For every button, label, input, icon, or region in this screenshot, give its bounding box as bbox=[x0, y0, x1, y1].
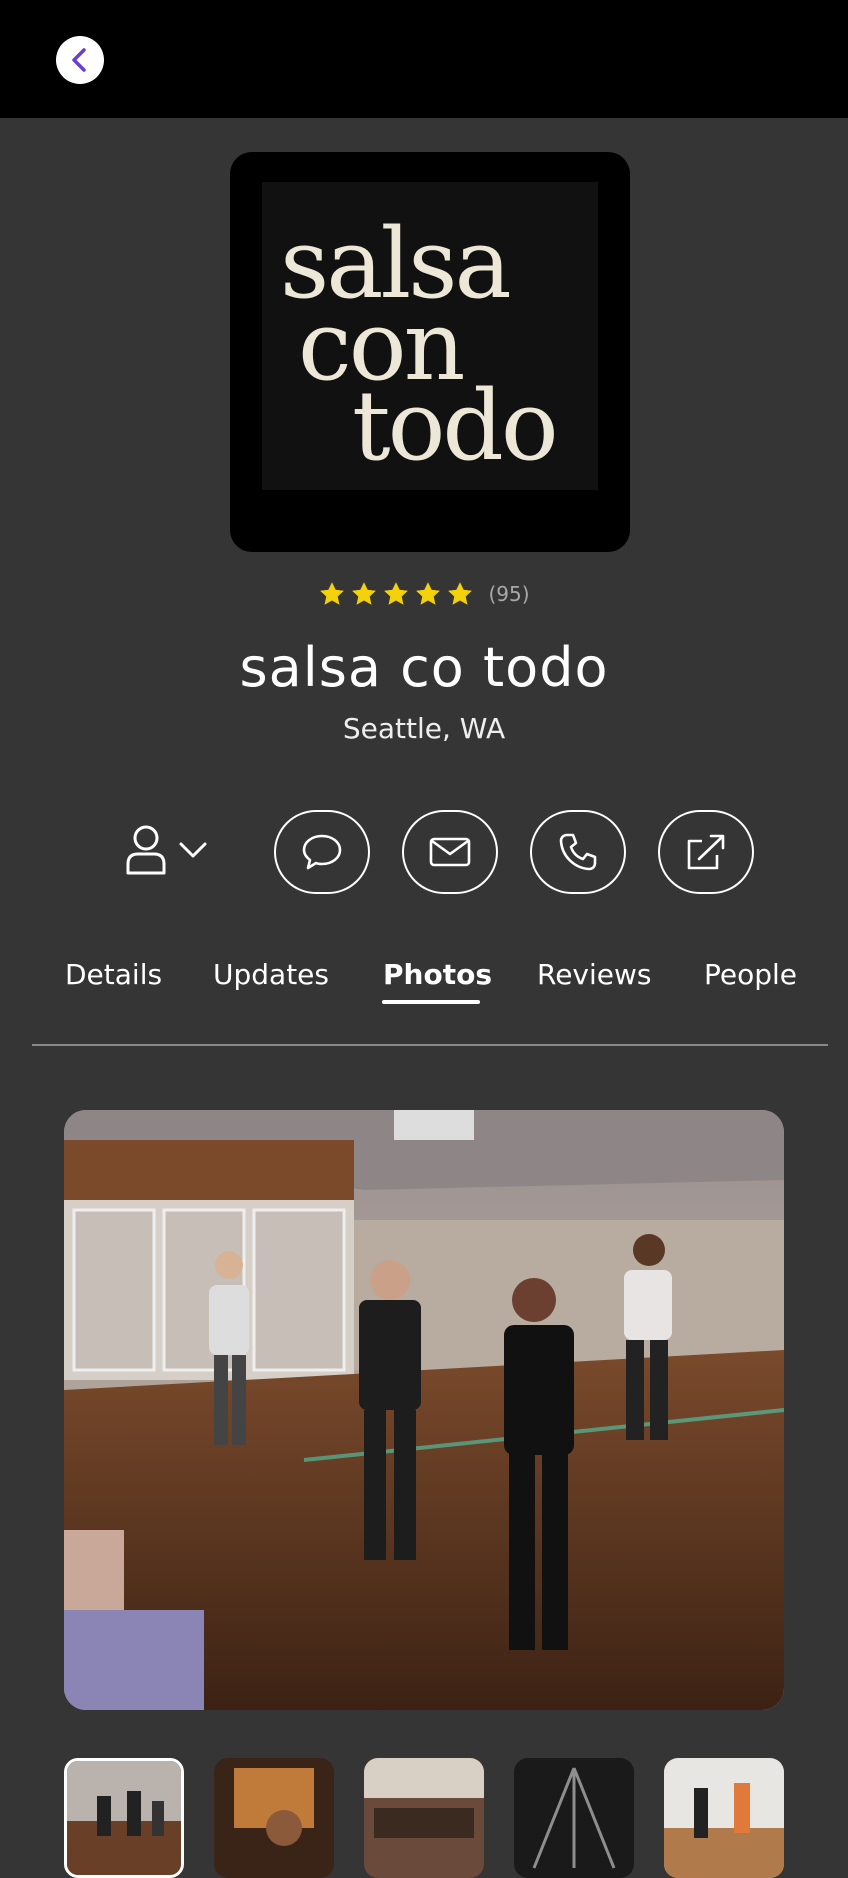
thumbnail-image bbox=[67, 1761, 181, 1875]
profile-logo: salsa con todo bbox=[230, 152, 630, 552]
active-tab-indicator bbox=[382, 1000, 480, 1004]
chat-bubble-icon bbox=[302, 834, 342, 870]
photo-thumbnail[interactable] bbox=[214, 1758, 334, 1878]
chevron-left-icon bbox=[72, 48, 86, 72]
photo-thumbnail[interactable] bbox=[364, 1758, 484, 1878]
logo-text-line: todo bbox=[352, 370, 559, 482]
tab-details[interactable]: Details bbox=[65, 958, 162, 991]
message-button[interactable] bbox=[274, 810, 370, 894]
chevron-down-icon bbox=[179, 842, 207, 858]
star-icon bbox=[320, 582, 345, 605]
tabs-divider bbox=[32, 1044, 828, 1046]
call-button[interactable] bbox=[530, 810, 626, 894]
photo-thumbnails bbox=[64, 1758, 784, 1878]
follow-menu-button[interactable] bbox=[124, 824, 208, 876]
user-icon bbox=[126, 825, 166, 875]
thumbnail-image bbox=[514, 1758, 634, 1878]
share-icon bbox=[687, 834, 725, 870]
star-icon bbox=[448, 582, 473, 605]
tab-reviews[interactable]: Reviews bbox=[537, 958, 652, 991]
phone-icon bbox=[559, 833, 597, 871]
selected-photo[interactable] bbox=[64, 1110, 784, 1710]
tab-photos[interactable]: Photos bbox=[383, 958, 492, 991]
email-button[interactable] bbox=[402, 810, 498, 894]
action-bar bbox=[0, 810, 848, 894]
mail-icon bbox=[429, 837, 471, 867]
dance-class-photo bbox=[64, 1110, 784, 1710]
share-button[interactable] bbox=[658, 810, 754, 894]
logo-artwork: salsa con todo bbox=[262, 182, 598, 490]
thumbnail-image bbox=[214, 1758, 334, 1878]
back-button[interactable] bbox=[56, 36, 104, 84]
tab-people[interactable]: People bbox=[704, 958, 797, 991]
star-icon bbox=[352, 582, 377, 605]
star-icon bbox=[384, 582, 409, 605]
rating-count: (95) bbox=[488, 582, 530, 606]
profile-tabs: Details Updates Photos Reviews People bbox=[32, 958, 828, 1046]
top-bar bbox=[0, 0, 848, 118]
rating[interactable]: (95) bbox=[0, 580, 848, 608]
photo-thumbnail[interactable] bbox=[664, 1758, 784, 1878]
thumbnail-image bbox=[364, 1758, 484, 1878]
star-icon bbox=[416, 582, 441, 605]
photo-thumbnail[interactable] bbox=[64, 1758, 184, 1878]
profile-location: Seattle, WA bbox=[342, 712, 506, 745]
thumbnail-image bbox=[664, 1758, 784, 1878]
tab-updates[interactable]: Updates bbox=[213, 958, 329, 991]
profile-name: salsa co todo bbox=[239, 636, 609, 699]
photo-thumbnail[interactable] bbox=[514, 1758, 634, 1878]
